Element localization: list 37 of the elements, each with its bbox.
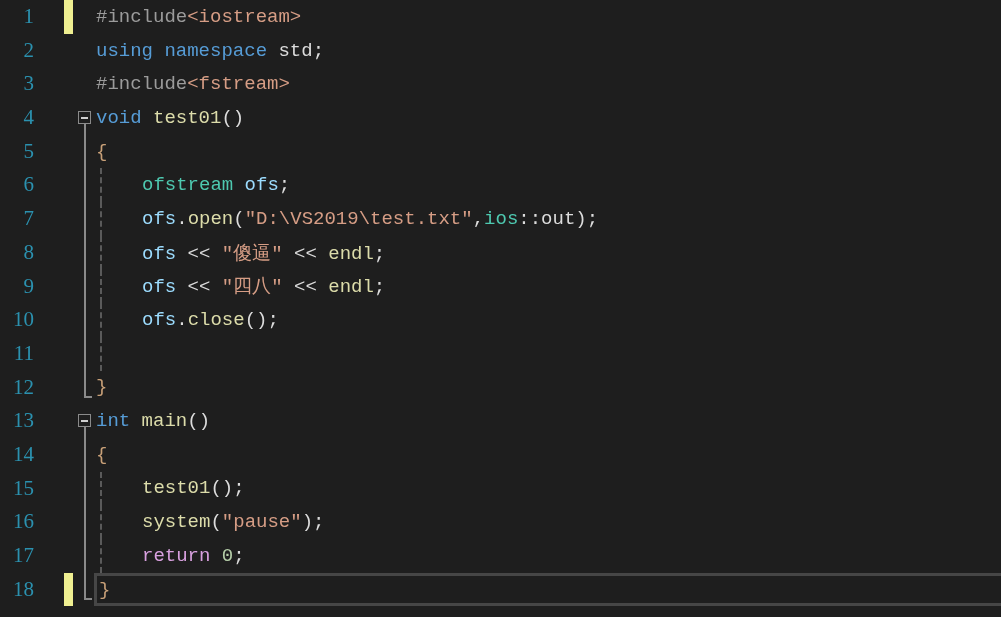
code-line: } [96,376,108,399]
line-number: 6 [22,171,34,199]
code-line: ofs.close(); [141,309,279,332]
line-number: 12 [12,373,34,401]
code-line: void test01() [96,106,245,129]
line-number: 13 [12,407,34,435]
code-line: ofstream ofs; [141,174,291,197]
line-number: 7 [22,205,34,233]
code-line: #include<iostream> [96,5,302,28]
line-number: 2 [22,36,34,64]
line-number: 5 [22,137,34,165]
code-line: { [96,140,108,163]
line-number: 16 [12,508,34,536]
line-number: 3 [22,70,34,98]
code-line: { [96,443,108,466]
line-number: 10 [12,306,34,334]
code-line: return 0; [141,544,245,567]
code-line: ofs.open("D:\VS2019\test.txt",ios::out); [141,207,599,230]
code-line: ofs << "四八" << endl; [141,275,386,300]
code-line: system("pause"); [141,511,325,534]
code-line: using namespace std; [96,39,325,62]
code-line: int main() [96,410,211,433]
code-line: #include<fstream> [96,73,290,96]
line-number: 18 [12,575,34,603]
line-number: 14 [12,440,34,468]
code-line: } [99,578,111,601]
line-number: 17 [12,542,34,569]
line-number: 1 [22,3,34,30]
line-number: 11 [12,339,34,367]
collapse-button[interactable] [78,414,91,428]
code-line: ofs << "傻逼" << endl; [141,241,386,266]
line-number: 4 [22,104,34,132]
line-number: 15 [12,474,34,502]
line-number: 9 [22,272,34,300]
code-line: test01(); [141,477,245,500]
collapse-button[interactable] [78,111,91,125]
line-number: 8 [22,238,34,266]
